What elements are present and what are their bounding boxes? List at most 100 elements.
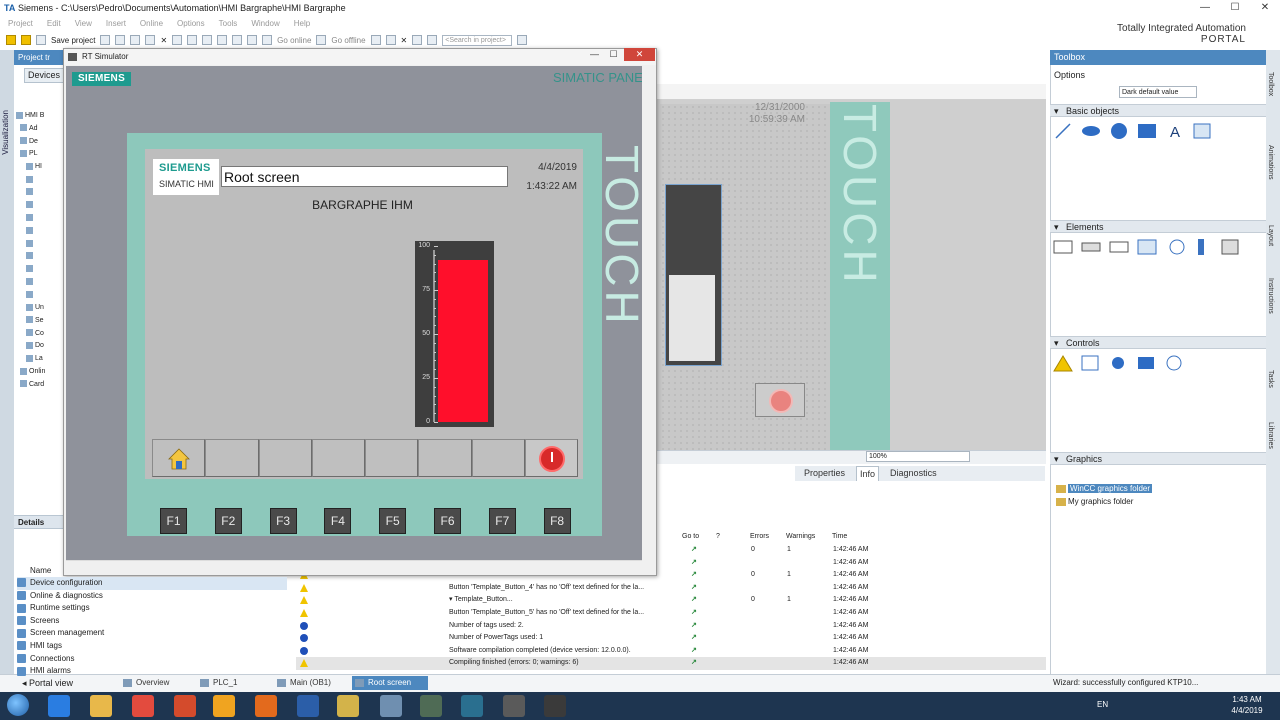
accessible-devices-icon[interactable] [370, 35, 381, 45]
tree-item[interactable] [14, 276, 66, 289]
download-icon[interactable] [217, 35, 228, 45]
stop-cpu-icon[interactable]: ✕ [401, 36, 408, 45]
screen-button-5[interactable] [365, 439, 419, 477]
graphic-io-tool-icon[interactable] [1137, 239, 1157, 255]
tree-item[interactable]: Card [14, 379, 66, 392]
goto-arrow-icon[interactable]: ↗ [691, 657, 697, 670]
side-tab-libraries[interactable]: Libraries [1267, 422, 1274, 449]
function-key-f3[interactable]: F3 [269, 508, 297, 534]
editor-stop-button[interactable] [755, 383, 805, 417]
ie-icon[interactable] [48, 695, 70, 717]
media-player-icon[interactable] [213, 695, 235, 717]
message-row[interactable]: Button 'Template_Button_4' has no 'Off' … [296, 582, 1046, 595]
message-row[interactable]: Button 'Template_Button_5' has no 'Off' … [296, 607, 1046, 620]
details-item[interactable]: Device configuration [17, 577, 287, 590]
switch-tool-icon[interactable] [1221, 239, 1239, 255]
details-view-header[interactable]: Details [14, 515, 66, 529]
go-online-icon[interactable] [262, 35, 273, 45]
line-tool-icon[interactable] [1055, 123, 1071, 139]
tree-item[interactable]: Ad [14, 123, 66, 136]
message-row[interactable]: Compiling finished (errors: 0; warnings:… [296, 657, 1046, 670]
screen-button-4[interactable] [311, 439, 365, 477]
graphic-view-tool-icon[interactable] [1193, 123, 1211, 139]
delete-icon[interactable]: ✕ [160, 36, 167, 45]
message-row[interactable]: Software compilation completed (device v… [296, 645, 1046, 658]
goto-arrow-icon[interactable]: ↗ [691, 620, 697, 633]
goto-arrow-icon[interactable]: ↗ [691, 594, 697, 607]
split-horizontal-icon[interactable] [412, 35, 423, 45]
screen-button-6[interactable] [418, 439, 472, 477]
tree-item[interactable] [14, 174, 66, 187]
powerpoint-icon[interactable] [174, 695, 196, 717]
search-in-project-input[interactable]: <Search in project> [442, 34, 513, 46]
side-tab-animations[interactable]: Animations [1267, 145, 1274, 180]
rt-horizontal-scrollbar[interactable] [66, 560, 642, 572]
undo-icon[interactable] [172, 35, 183, 45]
function-key-f2[interactable]: F2 [214, 508, 242, 534]
language-indicator[interactable]: EN [1097, 700, 1108, 709]
section-basic-objects[interactable]: Basic objects [1050, 104, 1266, 117]
menu-project[interactable]: Project [8, 17, 33, 30]
date-time-tool-icon[interactable] [1169, 239, 1185, 255]
graphics-folder-wincc[interactable]: WinCC graphics folder [1056, 482, 1153, 495]
tree-item[interactable] [14, 289, 66, 302]
bottom-tab-plc[interactable]: PLC_1 [197, 676, 269, 690]
symbolic-io-tool-icon[interactable] [1109, 241, 1129, 253]
goto-arrow-icon[interactable]: ↗ [691, 632, 697, 645]
function-key-f1[interactable]: F1 [160, 508, 187, 534]
tree-item[interactable] [14, 251, 66, 264]
go-offline-icon[interactable] [316, 35, 327, 45]
tool-icon[interactable] [420, 695, 442, 717]
text-tool-icon[interactable]: A [1170, 124, 1180, 141]
tree-item[interactable]: Co [14, 328, 66, 341]
tree-item[interactable]: HMI B [14, 110, 66, 123]
upload-icon[interactable] [232, 35, 243, 45]
menu-options[interactable]: Options [177, 17, 205, 30]
section-elements[interactable]: Elements [1050, 220, 1266, 233]
details-item[interactable]: Runtime settings [17, 602, 90, 615]
menu-window[interactable]: Window [251, 17, 279, 30]
tab-properties[interactable]: Properties [801, 466, 848, 481]
ellipse-tool-icon[interactable] [1082, 126, 1100, 136]
bottom-tab-root-screen[interactable]: Root screen [352, 676, 428, 690]
details-item[interactable]: Screens [17, 615, 59, 628]
side-tab-tasks[interactable]: Tasks [1267, 370, 1274, 388]
tree-item[interactable] [14, 225, 66, 238]
rectangle-tool-icon[interactable] [1138, 124, 1156, 138]
chrome-icon[interactable] [132, 695, 154, 717]
search-go-icon[interactable] [517, 35, 528, 45]
tree-item[interactable] [14, 238, 66, 251]
menu-tools[interactable]: Tools [219, 17, 238, 30]
tree-item[interactable] [14, 200, 66, 213]
folder-icon[interactable] [337, 695, 359, 717]
redo-icon[interactable] [187, 35, 198, 45]
goto-arrow-icon[interactable]: ↗ [691, 645, 697, 658]
menu-edit[interactable]: Edit [47, 17, 61, 30]
wincc-taskbar-icon[interactable] [544, 695, 566, 717]
word-icon[interactable] [297, 695, 319, 717]
save-project-button[interactable]: Save project [51, 36, 95, 45]
button-tool-icon[interactable] [1081, 242, 1101, 252]
save-project-icon[interactable] [36, 35, 46, 45]
screen-button-7[interactable] [471, 439, 525, 477]
function-key-f4[interactable]: F4 [324, 508, 352, 534]
editor-bargraph[interactable] [665, 184, 722, 366]
io-field-tool-icon[interactable] [1053, 240, 1073, 254]
portal-view-button[interactable]: ◂ Portal view [22, 676, 73, 690]
go-online-button[interactable]: Go online [277, 36, 311, 45]
details-item[interactable]: Connections [17, 653, 74, 666]
bottom-tab-overview[interactable]: Overview [120, 676, 192, 690]
copy-icon[interactable] [130, 35, 141, 45]
tia-portal-taskbar-icon[interactable] [461, 695, 483, 717]
message-row[interactable]: Number of tags used: 2. 1:42:46 AM ↗ [296, 620, 1046, 633]
firefox-icon[interactable] [255, 695, 277, 717]
section-controls[interactable]: Controls [1050, 336, 1266, 349]
menu-online[interactable]: Online [140, 17, 163, 30]
tree-item[interactable] [14, 187, 66, 200]
rt-maximize-button[interactable]: ☐ [604, 48, 623, 61]
home-button[interactable] [152, 439, 206, 477]
tab-diagnostics[interactable]: Diagnostics [887, 466, 940, 481]
rt-close-button[interactable]: ✕ [624, 48, 655, 61]
trend-view-tool-icon[interactable] [1081, 355, 1099, 371]
recipe-view-tool-icon[interactable] [1138, 357, 1154, 369]
